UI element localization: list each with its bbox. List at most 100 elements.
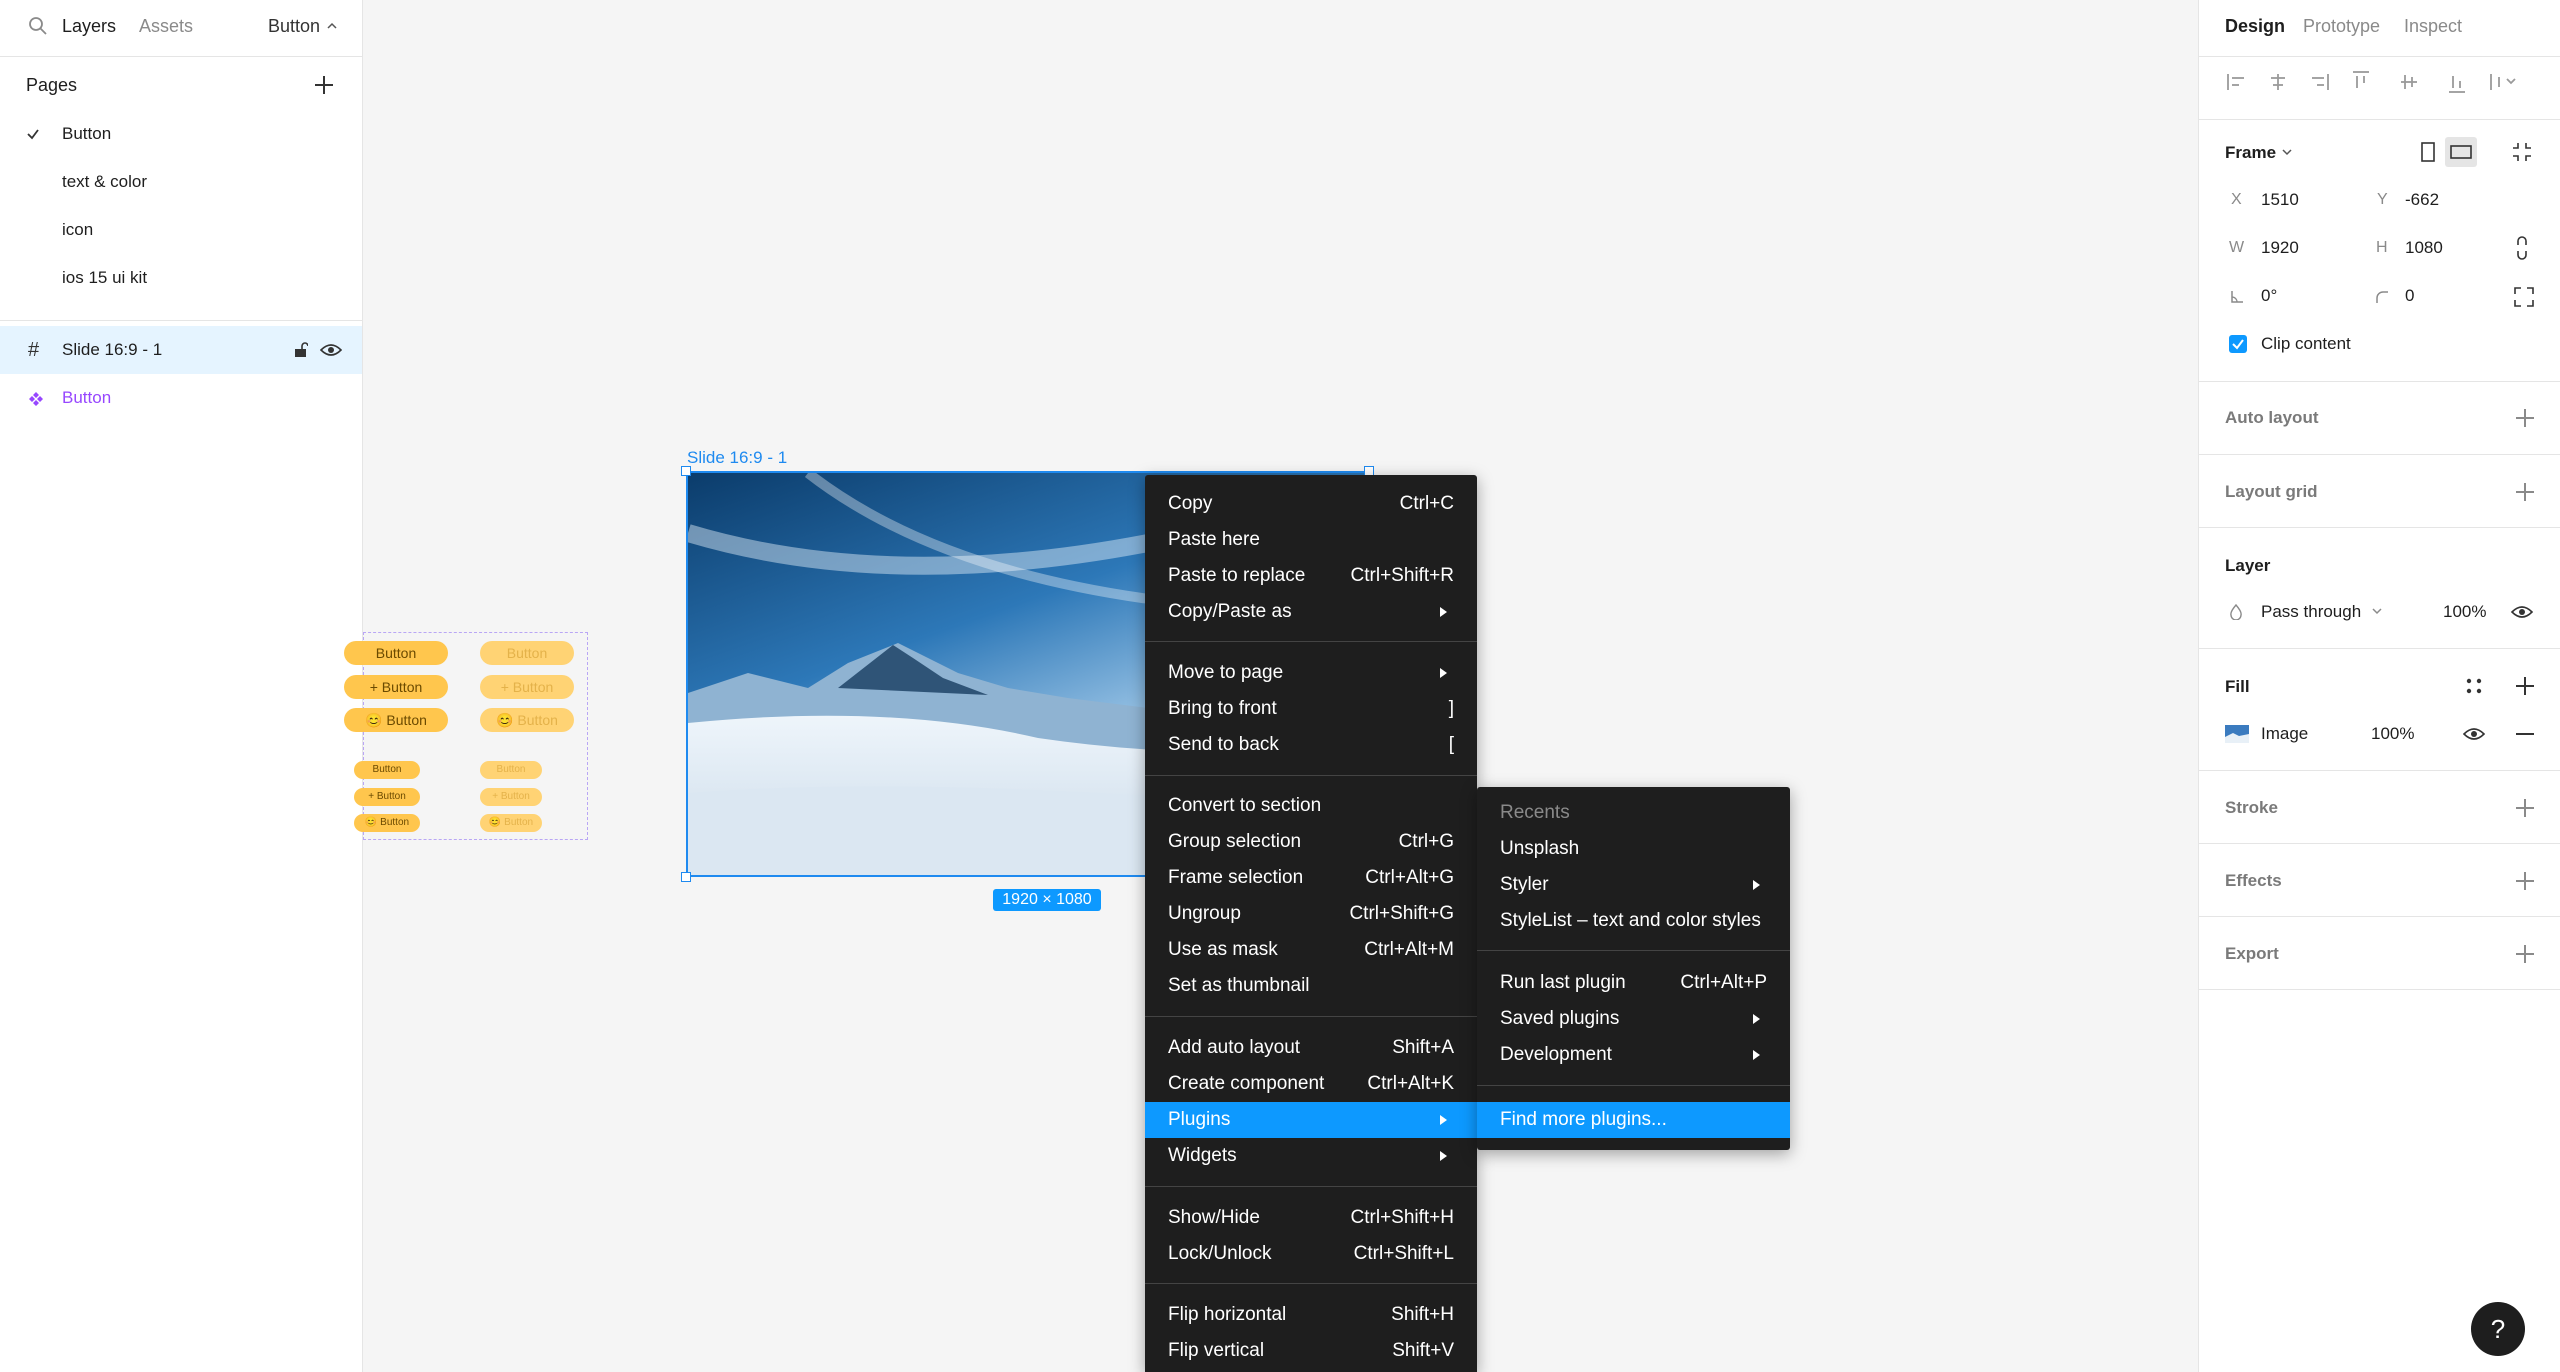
- constrain-proportions-icon[interactable]: [2515, 235, 2529, 261]
- menu-item-add-auto-layout[interactable]: Add auto layout Shift+A: [1145, 1030, 1477, 1066]
- page-item-icon[interactable]: icon: [0, 206, 362, 254]
- add-auto-layout-icon[interactable]: [2513, 406, 2537, 430]
- tab-layers[interactable]: Layers: [62, 16, 116, 37]
- resize-to-fit-icon[interactable]: [2511, 141, 2533, 163]
- menu-item-find-more-plugins[interactable]: Find more plugins...: [1477, 1102, 1790, 1138]
- size-badge: 1920 × 1080: [993, 889, 1101, 911]
- landscape-button[interactable]: [2445, 137, 2477, 167]
- fill-opacity-input[interactable]: 100%: [2371, 724, 2414, 744]
- w-input[interactable]: 1920: [2261, 238, 2299, 258]
- x-input[interactable]: 1510: [2261, 190, 2299, 210]
- add-layout-grid-icon[interactable]: [2513, 480, 2537, 504]
- button-variant-emoji[interactable]: 😊 Button: [344, 708, 448, 732]
- independent-corners-icon[interactable]: [2513, 286, 2535, 308]
- layer-item-button-component[interactable]: Button: [0, 374, 362, 422]
- tab-design[interactable]: Design: [2225, 16, 2285, 37]
- menu-item-frame-selection[interactable]: Frame selection Ctrl+Alt+G: [1145, 860, 1477, 896]
- frame-name-label[interactable]: Slide 16:9 - 1: [687, 448, 787, 468]
- menu-item-use-as-mask[interactable]: Use as mask Ctrl+Alt+M: [1145, 932, 1477, 968]
- page-item-ios-15-ui-kit[interactable]: ios 15 ui kit: [0, 254, 362, 302]
- portrait-icon[interactable]: [2419, 141, 2437, 163]
- menu-item-paste-to-replace[interactable]: Paste to replace Ctrl+Shift+R: [1145, 558, 1477, 594]
- resize-handle-bottom-left[interactable]: [681, 872, 691, 882]
- menu-item-move-to-page[interactable]: Move to page: [1145, 655, 1477, 691]
- search-icon[interactable]: [28, 16, 48, 36]
- menu-item-copy[interactable]: Copy Ctrl+C: [1145, 486, 1477, 522]
- styles-grid-icon[interactable]: [2465, 677, 2483, 695]
- fill-section: Fill Image 100%: [2199, 648, 2560, 771]
- button-small[interactable]: Button: [354, 761, 420, 779]
- button-small-disabled[interactable]: Button: [480, 761, 542, 779]
- add-export-icon[interactable]: [2513, 942, 2537, 966]
- button-small-plus-disabled[interactable]: + Button: [480, 788, 542, 806]
- button-small-plus[interactable]: + Button: [354, 788, 420, 806]
- tab-inspect[interactable]: Inspect: [2404, 16, 2462, 37]
- button-variant-disabled[interactable]: Button: [480, 641, 574, 665]
- page-switcher[interactable]: Button: [268, 16, 320, 37]
- tab-prototype[interactable]: Prototype: [2303, 16, 2380, 37]
- eye-icon[interactable]: [320, 342, 342, 358]
- remove-fill-icon[interactable]: [2516, 733, 2534, 735]
- corner-radius-input[interactable]: 0: [2405, 286, 2414, 306]
- button-small-emoji[interactable]: 😊 Button: [354, 814, 420, 832]
- help-button[interactable]: ?: [2471, 1302, 2525, 1356]
- pages-title: Pages: [26, 75, 78, 95]
- chevron-down-icon[interactable]: [2371, 606, 2383, 616]
- menu-item-saved-plugins[interactable]: Saved plugins: [1477, 1001, 1790, 1037]
- submenu-arrow-icon: [1753, 880, 1760, 890]
- add-fill-icon[interactable]: [2513, 674, 2537, 698]
- add-effect-icon[interactable]: [2513, 869, 2537, 893]
- blend-mode-select[interactable]: Pass through: [2261, 602, 2361, 622]
- menu-item-paste-here[interactable]: Paste here: [1145, 522, 1477, 558]
- plugin-item-unsplash[interactable]: Unsplash: [1477, 831, 1790, 867]
- menu-item-show-hide[interactable]: Show/Hide Ctrl+Shift+H: [1145, 1200, 1477, 1236]
- layer-opacity-input[interactable]: 100%: [2443, 602, 2486, 622]
- landscape-icon: [2450, 145, 2472, 159]
- chevron-up-icon[interactable]: [326, 21, 338, 31]
- tab-assets[interactable]: Assets: [139, 16, 193, 37]
- menu-item-create-component[interactable]: Create component Ctrl+Alt+K: [1145, 1066, 1477, 1102]
- plugin-item-styler[interactable]: Styler: [1477, 867, 1790, 903]
- button-variant-plus[interactable]: + Button: [344, 675, 448, 699]
- menu-item-copy-paste-as[interactable]: Copy/Paste as: [1145, 594, 1477, 630]
- menu-item-flip-vertical[interactable]: Flip vertical Shift+V: [1145, 1333, 1477, 1369]
- plugin-item-stylelist[interactable]: StyleList – text and color styles: [1477, 903, 1790, 939]
- h-input[interactable]: 1080: [2405, 238, 2443, 258]
- page-item-button[interactable]: Button: [0, 110, 362, 158]
- menu-item-widgets[interactable]: Widgets: [1145, 1138, 1477, 1174]
- add-stroke-icon[interactable]: [2513, 796, 2537, 820]
- component-set[interactable]: Button Button + Button + Button 😊 Button…: [344, 632, 588, 840]
- fill-type-label[interactable]: Image: [2261, 724, 2308, 744]
- eye-icon[interactable]: [2463, 726, 2485, 742]
- page-item-text-color[interactable]: text & color: [0, 158, 362, 206]
- menu-item-run-last-plugin[interactable]: Run last plugin Ctrl+Alt+P: [1477, 965, 1790, 1001]
- menu-item-plugins[interactable]: Plugins: [1145, 1102, 1477, 1138]
- layer-label: Slide 16:9 - 1: [62, 340, 163, 359]
- fill-title: Fill: [2225, 677, 2250, 696]
- button-small-emoji-disabled[interactable]: 😊 Button: [480, 814, 542, 832]
- unlock-icon[interactable]: [294, 342, 308, 358]
- menu-item-lock-unlock[interactable]: Lock/Unlock Ctrl+Shift+L: [1145, 1236, 1477, 1272]
- chevron-down-icon[interactable]: [2281, 147, 2293, 157]
- rotation-input[interactable]: 0°: [2261, 286, 2277, 306]
- menu-item-group-selection[interactable]: Group selection Ctrl+G: [1145, 824, 1477, 860]
- button-variant[interactable]: Button: [344, 641, 448, 665]
- menu-item-ungroup[interactable]: Ungroup Ctrl+Shift+G: [1145, 896, 1477, 932]
- image-thumbnail-icon[interactable]: [2225, 725, 2249, 743]
- menu-item-convert-to-section[interactable]: Convert to section: [1145, 788, 1477, 824]
- layer-item-slide[interactable]: # Slide 16:9 - 1: [0, 326, 362, 374]
- y-input[interactable]: -662: [2405, 190, 2439, 210]
- eye-icon[interactable]: [2511, 604, 2533, 620]
- menu-item-development[interactable]: Development: [1477, 1037, 1790, 1073]
- menu-item-set-as-thumbnail[interactable]: Set as thumbnail: [1145, 968, 1477, 1004]
- menu-item-flip-horizontal[interactable]: Flip horizontal Shift+H: [1145, 1297, 1477, 1333]
- alignment-icons[interactable]: [2225, 69, 2525, 95]
- add-page-icon[interactable]: [312, 73, 336, 97]
- resize-handle-top-left[interactable]: [681, 466, 691, 476]
- menu-item-send-to-back[interactable]: Send to back[: [1145, 727, 1477, 763]
- button-variant-emoji-disabled[interactable]: 😊 Button: [480, 708, 574, 732]
- clip-content-checkbox[interactable]: [2229, 335, 2247, 353]
- frame-title[interactable]: Frame: [2225, 143, 2276, 163]
- menu-item-bring-to-front[interactable]: Bring to front]: [1145, 691, 1477, 727]
- button-variant-plus-disabled[interactable]: + Button: [480, 675, 574, 699]
